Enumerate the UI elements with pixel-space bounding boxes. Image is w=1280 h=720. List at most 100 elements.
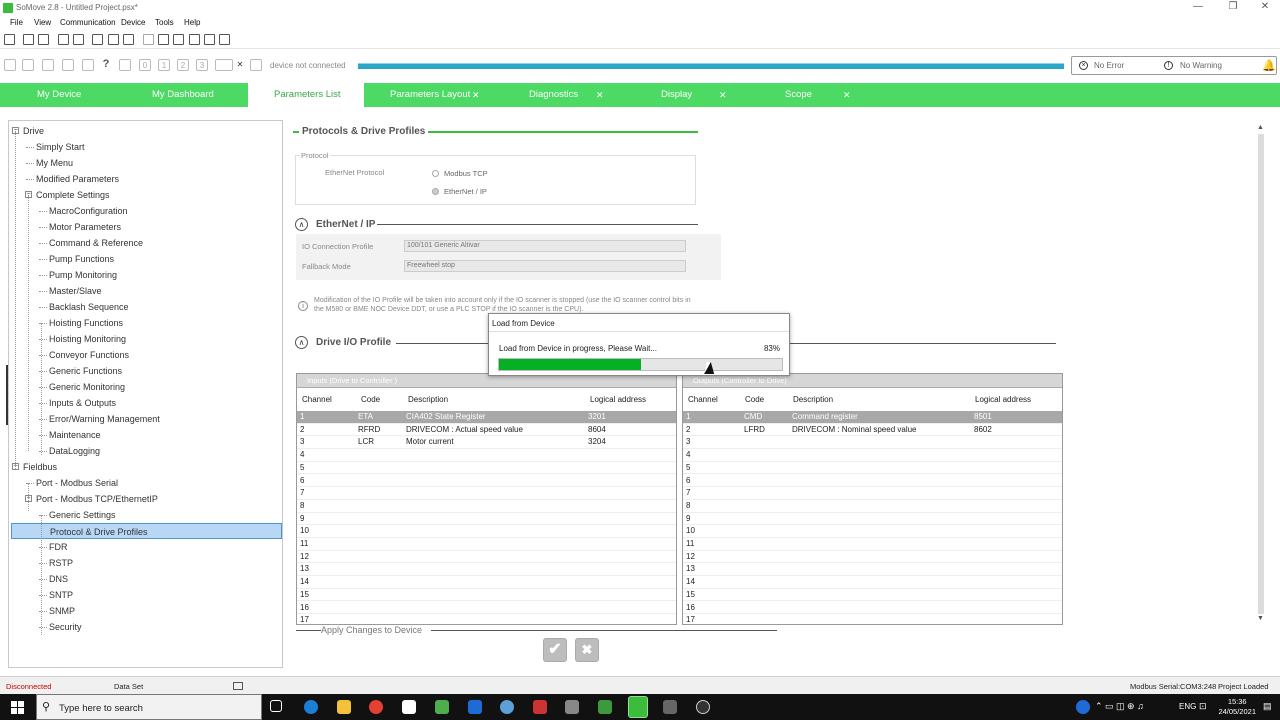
tree-item-pump-monitoring[interactable]: Pump Monitoring [49, 267, 117, 283]
tree-item-protocol-drive-profiles[interactable]: Protocol & Drive Profiles [11, 523, 282, 539]
close-tab-icon[interactable]: ✕ [843, 83, 851, 107]
save-as-icon[interactable] [73, 34, 84, 45]
close-tab-icon[interactable]: ✕ [596, 83, 604, 107]
cancel-icon[interactable]: ✕ [234, 59, 246, 71]
tree-item-dns[interactable]: DNS [49, 571, 68, 587]
tree-item-command-reference[interactable]: Command & Reference [49, 235, 143, 251]
status-dataset[interactable]: Data Set [114, 682, 143, 691]
table-row[interactable]: 16 [297, 602, 676, 615]
tree-item-motor-parameters[interactable]: Motor Parameters [49, 219, 121, 235]
close-tab-icon[interactable]: ✕ [472, 83, 480, 107]
table-row[interactable]: 6 [683, 475, 1062, 488]
app-icon[interactable] [500, 700, 514, 714]
tia-portal-icon[interactable] [565, 700, 579, 714]
table-row[interactable]: 1 CMD Command register 8501 [683, 411, 1062, 424]
upload-icon[interactable] [204, 34, 215, 45]
table-row[interactable]: 3 [683, 436, 1062, 450]
collapse-ethernet-icon[interactable]: ∧ [295, 218, 308, 231]
tab-my-device[interactable]: My Device [0, 83, 118, 107]
scroll-thumb[interactable] [1258, 134, 1264, 614]
tab-diagnostics[interactable]: Diagnostics ✕ [494, 83, 614, 107]
app-icon[interactable] [435, 700, 449, 714]
menu-view[interactable]: View [34, 18, 51, 27]
table-row[interactable]: 15 [297, 589, 676, 602]
table-row[interactable]: 10 [297, 525, 676, 538]
app-icon[interactable] [468, 700, 482, 714]
tree-item-hoisting-functions[interactable]: Hoisting Functions [49, 315, 123, 331]
table-row[interactable]: 17 [297, 614, 676, 624]
tree-item-conveyor-functions[interactable]: Conveyor Functions [49, 347, 129, 363]
table-row[interactable]: 12 [683, 551, 1062, 564]
scroll-up-icon[interactable]: ▲ [1257, 124, 1264, 131]
app-icon[interactable] [696, 700, 710, 714]
tree-item-error-warning-management[interactable]: Error/Warning Management [49, 411, 160, 427]
tree-item-security[interactable]: Security [49, 619, 82, 635]
table-row[interactable]: 14 [297, 576, 676, 589]
menu-file[interactable]: File [10, 18, 23, 27]
dataset-icon[interactable] [233, 682, 243, 690]
table-row[interactable]: 15 [683, 589, 1062, 602]
cancel-button[interactable]: ✖ [575, 638, 599, 662]
app-icon[interactable] [533, 700, 547, 714]
table-row[interactable]: 4 [683, 449, 1062, 462]
help-icon[interactable]: ? [100, 59, 112, 71]
new-file-icon[interactable] [23, 34, 34, 45]
tree-item-maintenance[interactable]: Maintenance [49, 427, 101, 443]
copy-icon[interactable] [143, 34, 154, 45]
undo-icon[interactable] [42, 59, 54, 71]
edge-icon[interactable] [304, 700, 318, 714]
table-row[interactable]: 7 [297, 487, 676, 500]
network-icon[interactable]: ⊡ [1199, 701, 1207, 712]
tree-item-generic-monitoring[interactable]: Generic Monitoring [49, 379, 125, 395]
app-icon[interactable] [663, 700, 677, 714]
fallback-select[interactable]: Freewheel stop [404, 260, 686, 272]
tree-item-backlash-sequence[interactable]: Backlash Sequence [49, 299, 129, 315]
minimize-button[interactable]: — [1183, 1, 1213, 12]
open-folder-icon[interactable] [38, 34, 49, 45]
scroll-down-icon[interactable]: ▼ [1257, 615, 1264, 622]
tree-item-macroconfiguration[interactable]: MacroConfiguration [49, 203, 128, 219]
table-row[interactable]: 6 [297, 475, 676, 488]
export-icon[interactable] [108, 34, 119, 45]
tree-item-my-menu[interactable]: My Menu [36, 155, 73, 171]
file-explorer-icon[interactable] [337, 700, 351, 714]
tab-scope[interactable]: Scope ✕ [734, 83, 854, 107]
compare-icon[interactable] [158, 34, 169, 45]
connect-icon[interactable] [173, 34, 184, 45]
table-row[interactable]: 13 [683, 563, 1062, 577]
tree-item-pump-functions[interactable]: Pump Functions [49, 251, 114, 267]
menu-device[interactable]: Device [121, 18, 145, 27]
table-row[interactable]: 2 RFRD DRIVECOM : Actual speed value 8604 [297, 424, 676, 437]
close-tab-icon[interactable]: ✕ [719, 83, 727, 107]
radio-ethernet-ip[interactable] [432, 188, 439, 195]
device-icon[interactable] [4, 59, 16, 71]
table-row[interactable]: 14 [683, 576, 1062, 589]
tree-item-complete-settings[interactable]: Complete Settings [36, 187, 110, 203]
app-icon[interactable] [598, 700, 612, 714]
tree-item-generic-functions[interactable]: Generic Functions [49, 363, 122, 379]
restore-button[interactable]: ❐ [1218, 1, 1248, 12]
table-row[interactable]: 3 LCR Motor current 3204 [297, 436, 676, 450]
tree-item-port-modbus-serial[interactable]: Port - Modbus Serial [36, 475, 118, 491]
somove-icon[interactable] [628, 696, 648, 718]
help-tray-icon[interactable] [1076, 700, 1090, 714]
language-indicator[interactable]: ENG [1179, 702, 1196, 711]
vertical-scrollbar[interactable]: ▲ ▼ [1256, 124, 1266, 624]
table-row[interactable]: 10 [683, 525, 1062, 538]
table-row[interactable]: 13 [297, 563, 676, 577]
config-1-button[interactable]: 1 [158, 59, 170, 71]
chrome-icon[interactable] [369, 700, 383, 714]
table-row[interactable]: 8 [683, 500, 1062, 513]
home-icon[interactable] [4, 34, 15, 45]
apply-button[interactable]: ✔ [543, 638, 567, 662]
options-icon[interactable] [250, 59, 262, 71]
table-row[interactable]: 1 ETA CIA402 State Register 3201 [297, 411, 676, 424]
print-icon[interactable] [123, 34, 134, 45]
tab-my-dashboard[interactable]: My Dashboard [118, 83, 248, 107]
tree-item-master-slave[interactable]: Master/Slave [49, 283, 102, 299]
config-2-button[interactable]: 2 [177, 59, 189, 71]
tree-item-snmp[interactable]: SNMP [49, 603, 75, 619]
tree-item-datalogging[interactable]: DataLogging [49, 443, 100, 459]
table-row[interactable]: 4 [297, 449, 676, 462]
taskbar-search[interactable]: ⚲ Type here to search [36, 694, 262, 720]
